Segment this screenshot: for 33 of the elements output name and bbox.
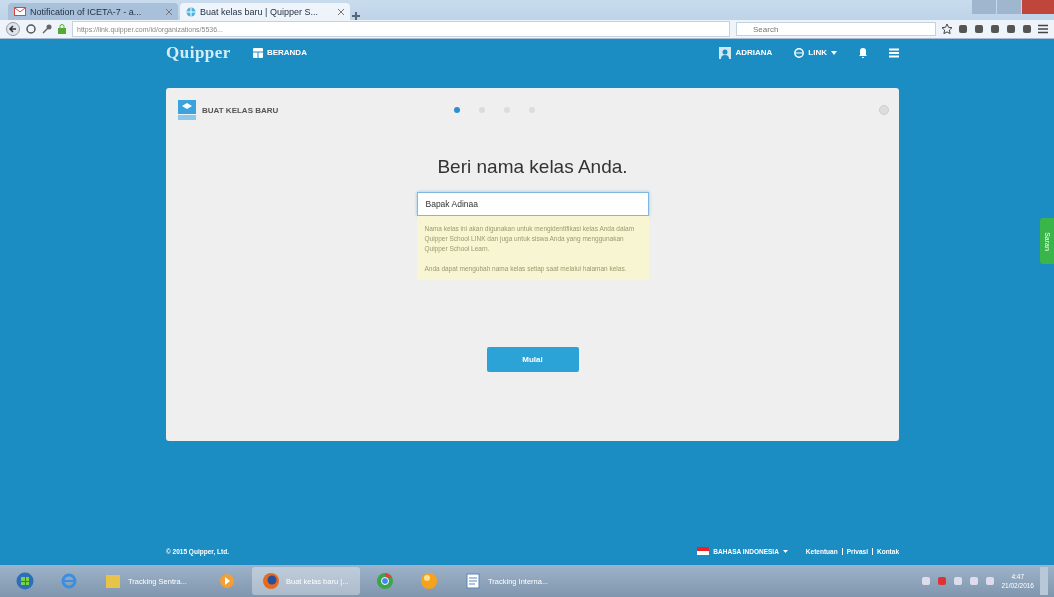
new-tab-icon[interactable]	[352, 12, 360, 20]
avatar-icon	[719, 46, 732, 59]
start-orb-icon	[16, 572, 34, 590]
caret-icon	[782, 549, 788, 553]
browser-icon	[60, 572, 78, 590]
start-button[interactable]: Mulai	[486, 347, 579, 372]
globe-icon	[186, 6, 196, 17]
grid-icon	[252, 47, 263, 58]
class-icon	[178, 100, 196, 120]
browser-tab[interactable]: Buat kelas baru | Quipper S...	[180, 3, 350, 20]
search-field[interactable]: Search	[736, 22, 936, 36]
nav-link[interactable]: BERANDA	[252, 47, 307, 58]
card-title: BUAT KELAS BARU	[202, 105, 279, 115]
link-menu[interactable]: LINK	[794, 47, 837, 58]
document-icon	[464, 572, 482, 590]
back-icon[interactable]	[6, 22, 20, 36]
logo[interactable]: Quipper	[166, 42, 231, 63]
menu-icon[interactable]	[1038, 24, 1048, 34]
user-menu[interactable]: ADRIANA	[719, 46, 773, 59]
class-name-field[interactable]: Bapak Adinaa	[416, 192, 649, 216]
lock-icon	[58, 24, 66, 34]
globe-icon	[794, 47, 805, 58]
key-icon	[42, 24, 52, 34]
ball-icon	[420, 572, 438, 590]
browser-icon	[376, 572, 394, 590]
bell-icon[interactable]	[859, 47, 867, 58]
mail-icon	[14, 7, 26, 16]
caret-icon	[831, 50, 837, 55]
browser-tab[interactable]: Notification of ICETA-7 - a...	[8, 3, 178, 20]
star-icon[interactable]	[942, 24, 952, 34]
play-icon	[218, 572, 236, 590]
browser-icon	[262, 572, 280, 590]
card-heading: Beri nama kelas Anda.	[437, 156, 628, 178]
